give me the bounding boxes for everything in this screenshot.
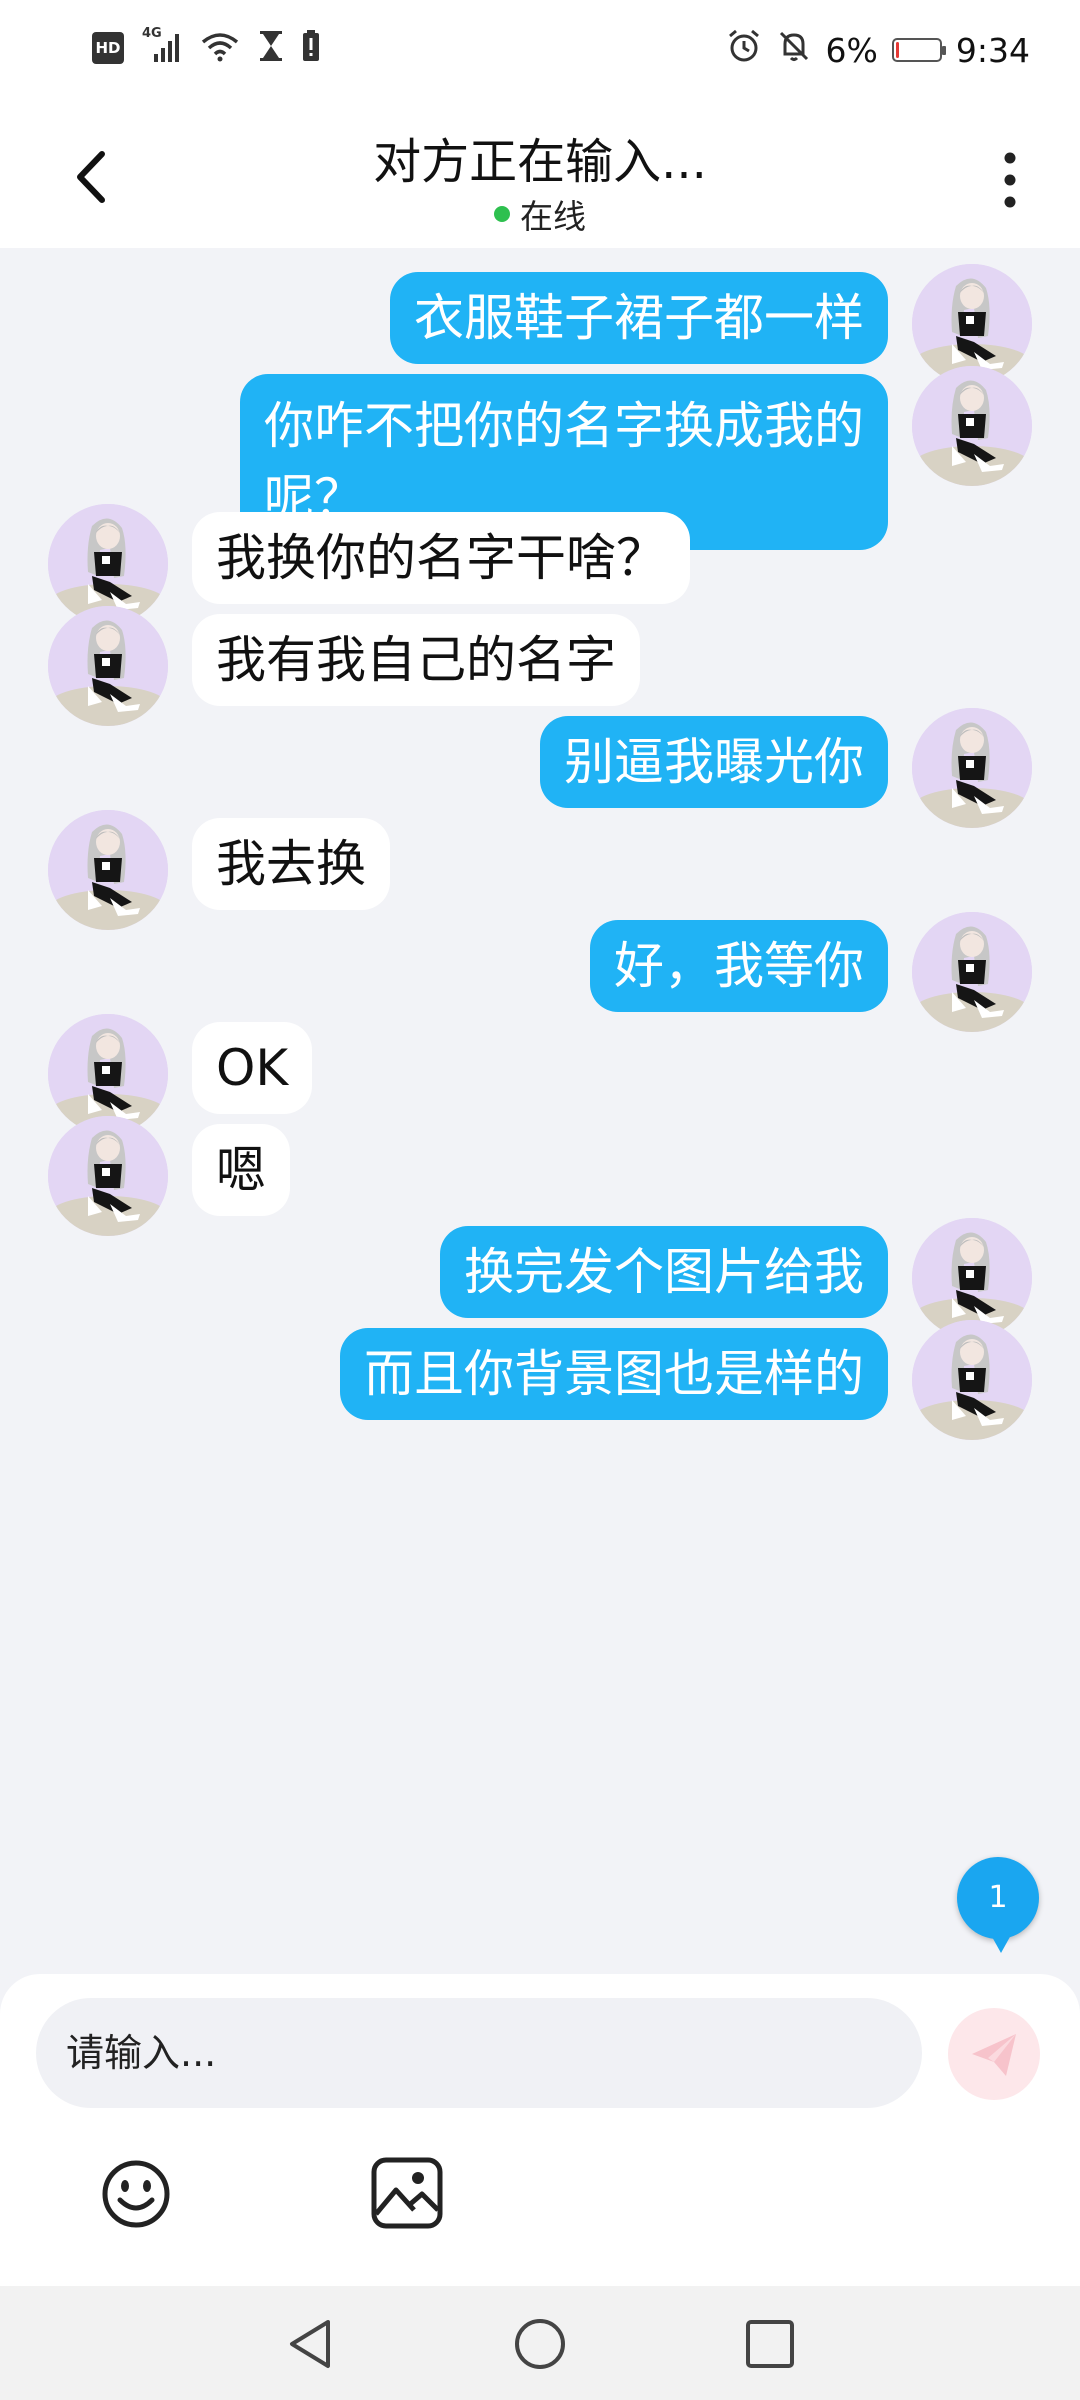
mute-bell-icon [776, 28, 812, 72]
chat-title: 对方正在输入... [373, 134, 707, 190]
more-options-button[interactable] [992, 148, 1028, 212]
message-bubble[interactable]: 我有我自己的名字 [192, 614, 640, 706]
message-text: 换完发个图片给我 [464, 1243, 864, 1301]
clock: 9:34 [955, 30, 1030, 70]
alarm-icon [726, 28, 762, 72]
message-bubble[interactable]: 换完发个图片给我 [440, 1226, 888, 1318]
chat-header: 对方正在输入... 在线 [0, 104, 1080, 248]
message-text: 嗯 [216, 1141, 266, 1199]
message-bubble[interactable]: 别逼我曝光你 [540, 716, 888, 808]
square-recents-icon [746, 2320, 794, 2368]
message-bubble[interactable]: 我换你的名字干啥？ [192, 512, 690, 604]
online-status-label: 在线 [520, 197, 586, 236]
status-bar-left: HD 4G [92, 26, 320, 66]
battery-icon [891, 38, 946, 62]
nav-recents-button[interactable] [740, 2314, 800, 2374]
message-bubble[interactable]: 而且你背景图也是样的 [340, 1328, 888, 1420]
paper-plane-icon [972, 2034, 1016, 2076]
outgoing-message: 而且你背景图也是样的 [0, 1314, 1080, 1440]
message-text: 你咋不把你的名字换成我的 [264, 397, 864, 455]
message-text: 我去换 [216, 835, 366, 893]
status-bar-right: 6% 9:34 [726, 28, 1030, 72]
send-button[interactable] [948, 2008, 1040, 2100]
battery-percent: 6% [825, 30, 878, 70]
message-input[interactable]: 请输入... [36, 1998, 922, 2108]
triangle-back-icon [290, 2320, 330, 2368]
hourglass-icon [258, 30, 284, 66]
online-dot [494, 206, 510, 222]
message-text: 好，我等你 [614, 937, 864, 995]
composer: 请输入... [0, 1974, 1080, 2286]
nav-back-button[interactable] [280, 2314, 340, 2374]
system-nav-bar [0, 2286, 1080, 2400]
online-status: 在线 [0, 190, 1080, 238]
picture-icon [371, 2157, 443, 2229]
more-vertical-icon [1004, 152, 1016, 208]
message-text: OK [216, 1039, 289, 1097]
smiley-icon [102, 2160, 170, 2228]
message-bubble[interactable]: 嗯 [192, 1124, 290, 1216]
message-bubble[interactable]: 衣服鞋子裙子都一样 [390, 272, 888, 364]
hd-badge: HD [92, 32, 124, 64]
message-bubble[interactable]: OK [192, 1022, 313, 1114]
my-avatar[interactable] [912, 366, 1032, 486]
battery-alert-icon [302, 30, 320, 66]
image-button[interactable] [368, 2154, 446, 2232]
message-text: 而且你背景图也是样的 [364, 1345, 864, 1403]
circle-home-icon [515, 2319, 565, 2369]
status-bar: HD 4G 6% 9:34 [0, 0, 1080, 104]
message-text: 我有我自己的名字 [216, 631, 616, 689]
message-text: 别逼我曝光你 [564, 733, 864, 791]
message-bubble[interactable]: 我去换 [192, 818, 390, 910]
unread-count-badge[interactable]: 1 [957, 1857, 1039, 1953]
message-list[interactable]: 衣服鞋子裙子都一样 你咋不把你的名字换成我的 呢？ 我换你的名字干啥？ 我有我自己的名字… [0, 248, 1080, 1974]
my-avatar[interactable] [912, 1320, 1032, 1440]
message-text: 我换你的名字干啥？ [216, 529, 666, 587]
battery-fill [895, 42, 899, 58]
message-text: 衣服鞋子裙子都一样 [414, 289, 864, 347]
cellular-signal-icon: 4G [142, 26, 182, 64]
wifi-icon [200, 30, 240, 66]
nav-home-button[interactable] [510, 2314, 570, 2374]
message-bubble[interactable]: 好，我等你 [590, 920, 888, 1012]
emoji-button[interactable] [96, 2154, 176, 2234]
